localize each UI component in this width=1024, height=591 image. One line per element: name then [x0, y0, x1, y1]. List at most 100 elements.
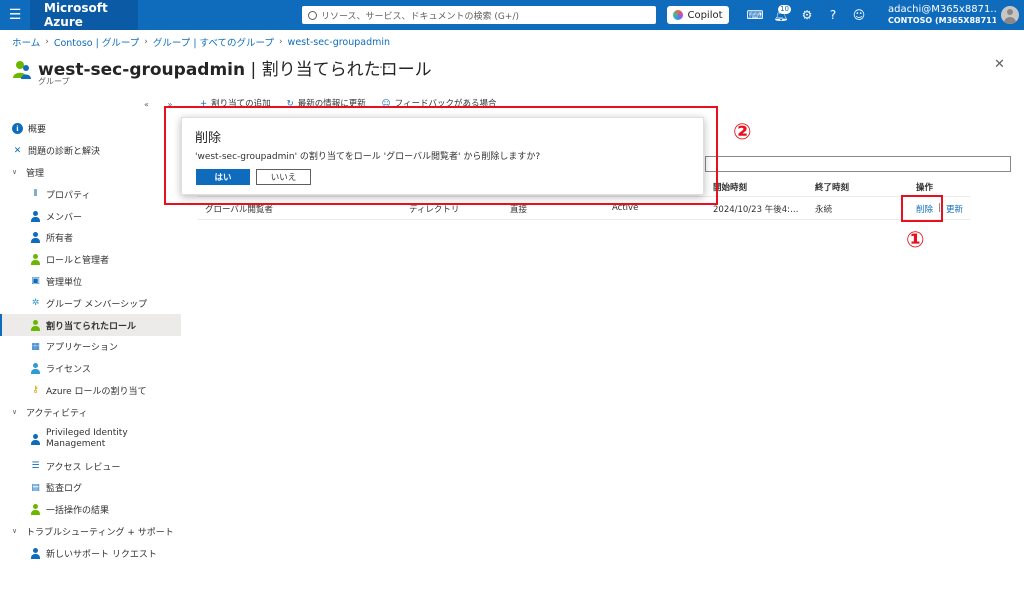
notifications-bell-icon[interactable]: 🔔︎ 10 — [768, 0, 794, 30]
update-link[interactable]: 更新 — [946, 203, 963, 215]
cell-end-time: 永続 — [815, 205, 833, 215]
key-icon: ⚷ — [32, 385, 39, 396]
sidebar-item-label: ライセンス — [46, 365, 91, 376]
search-icon — [308, 10, 317, 20]
account-info[interactable]: adachi@M365x8871… CONTOSO (M365X8871133… — [888, 4, 996, 26]
copilot-icon — [673, 10, 684, 20]
filter-input[interactable] — [705, 156, 1011, 172]
settings-gear-icon[interactable]: ⚙ — [794, 0, 820, 30]
sidebar-group-activity[interactable]: ∨ アクティビティ — [0, 401, 181, 423]
annotation-box-dialog — [164, 106, 718, 205]
cell-start-time: 2024/10/23 午後4:… — [713, 205, 799, 215]
chevron-down-icon: ∨ — [12, 527, 18, 536]
annotation-number-1: ① — [906, 228, 925, 253]
sidebar-item-label: アクティビティ — [26, 408, 88, 419]
sidebar-item-pim[interactable]: Privileged Identity Management — [0, 423, 181, 455]
audit-log-icon: ▤ — [31, 482, 40, 493]
breadcrumb-current[interactable]: west-sec-groupadmin — [288, 37, 391, 48]
page-title-separator: | — [245, 60, 262, 80]
owners-icon — [30, 232, 41, 244]
brand-name[interactable]: Microsoft Azure — [30, 0, 138, 30]
pim-icon — [30, 433, 41, 445]
licenses-icon — [30, 363, 41, 375]
applications-grid-icon: ▦ — [31, 341, 40, 352]
close-icon[interactable]: ✕ — [994, 57, 1005, 72]
collapse-sidebar-icon[interactable]: « — [144, 100, 149, 109]
support-request-icon — [30, 547, 41, 559]
sidebar-item-licenses[interactable]: ライセンス — [0, 358, 181, 380]
notifications-badge: 10 — [778, 5, 791, 14]
page-title-section: 割り当てられたロール — [261, 60, 432, 80]
sidebar-item-label: ロールと管理者 — [46, 256, 110, 267]
chevron-down-icon: ∨ — [12, 408, 18, 417]
sidebar-item-bulk-results[interactable]: 一括操作の結果 — [0, 499, 181, 521]
sidebar-item-properties[interactable]: ⦀ プロパティ — [0, 183, 181, 205]
cloud-shell-icon[interactable]: ⌨ — [742, 0, 768, 30]
chevron-right-icon: › — [144, 37, 148, 47]
sidebar-item-group-membership[interactable]: ✲ グループ メンバーシップ — [0, 292, 181, 314]
sidebar-item-label: 監査ログ — [46, 484, 83, 495]
info-icon: i — [12, 123, 23, 135]
breadcrumb-home[interactable]: ホーム — [12, 35, 40, 49]
sidebar-group-manage[interactable]: ∨ 管理 — [0, 162, 181, 184]
sidebar-item-label: 新しいサポート リクエスト — [46, 549, 157, 560]
hamburger-menu-icon[interactable]: ☰ — [0, 0, 30, 30]
column-header-actions: 操作 — [916, 183, 934, 193]
search-placeholder: リソース、サービス、ドキュメントの検索 (G+/) — [321, 11, 519, 22]
access-reviews-icon: ☰ — [31, 461, 40, 472]
sidebar-item-owners[interactable]: 所有者 — [0, 227, 181, 249]
account-tenant: CONTOSO (M365X8871133… — [888, 16, 996, 25]
more-options-icon[interactable]: … — [379, 57, 391, 71]
sidebar-item-label: Privileged Identity Management — [46, 428, 128, 450]
annotation-box-remove — [901, 195, 943, 222]
search-input[interactable]: リソース、サービス、ドキュメントの検索 (G+/) — [302, 6, 656, 24]
help-icon[interactable]: ? — [820, 0, 846, 30]
annotation-number-2: ② — [733, 120, 752, 145]
copilot-label: Copilot — [687, 9, 723, 21]
sidebar-item-access-reviews[interactable]: ☰ アクセス レビュー — [0, 455, 181, 477]
sidebar-item-label: Azure ロールの割り当て — [46, 386, 147, 397]
sidebar-item-admin-units[interactable]: ▣ 管理単位 — [0, 271, 181, 293]
sidebar-item-label: アクセス レビュー — [46, 462, 121, 473]
chevron-right-icon: › — [278, 37, 283, 47]
sidebar-item-assigned-roles[interactable]: 割り当てられたロール — [0, 314, 181, 336]
sidebar-item-label: アプリケーション — [46, 343, 118, 354]
chevron-right-icon: › — [45, 37, 49, 47]
column-header-end[interactable]: 終了時刻 — [815, 181, 849, 193]
chevron-down-icon: ∨ — [12, 168, 18, 177]
account-name: adachi@M365x8871… — [888, 4, 996, 15]
sidebar-item-label: 管理単位 — [46, 277, 83, 288]
sidebar-item-diagnose[interactable]: ✕ 問題の診断と解決 — [0, 140, 181, 162]
sidebar-item-label: 問題の診断と解決 — [28, 147, 101, 158]
sidebar-item-members[interactable]: メンバー — [0, 205, 181, 227]
breadcrumb: ホーム › Contoso | グループ › グループ | すべてのグループ ›… — [12, 35, 391, 50]
sidebar-item-label: プロパティ — [46, 190, 91, 201]
feedback-icon[interactable]: ☺ — [846, 0, 872, 30]
sidebar-item-overview[interactable]: i 概要 — [0, 118, 181, 140]
breadcrumb-all-groups[interactable]: グループ | すべてのグループ — [153, 35, 274, 49]
sidebar-item-label: 管理 — [26, 168, 45, 179]
group-membership-icon: ✲ — [31, 298, 40, 309]
page-title: west-sec-groupadmin | 割り当てられたロール — [38, 55, 432, 80]
copilot-button[interactable]: Copilot — [667, 6, 729, 24]
roles-admins-icon — [30, 254, 41, 266]
sidebar-item-audit-logs[interactable]: ▤ 監査ログ — [0, 477, 181, 499]
sidebar-item-label: 所有者 — [46, 234, 74, 245]
top-bar: ☰ Microsoft Azure リソース、サービス、ドキュメントの検索 (G… — [0, 0, 1024, 30]
column-header-start[interactable]: 開始時刻 — [713, 181, 747, 193]
sidebar-item-label: トラブルシューティング + サポート — [26, 527, 174, 538]
sidebar-item-new-support-request[interactable]: 新しいサポート リクエスト — [0, 542, 181, 564]
avatar[interactable] — [1001, 6, 1019, 24]
bulk-results-icon — [30, 504, 41, 516]
sidebar-item-roles-admins[interactable]: ロールと管理者 — [0, 249, 181, 271]
table-row-divider — [198, 219, 970, 220]
sidebar-item-azure-role-assignments[interactable]: ⚷ Azure ロールの割り当て — [0, 380, 181, 402]
members-icon — [30, 210, 41, 222]
sidebar-item-label: メンバー — [46, 212, 83, 223]
breadcrumb-contoso-groups[interactable]: Contoso | グループ — [54, 35, 139, 49]
sidebar-item-label: 概要 — [28, 125, 47, 136]
sidebar-item-label: グループ メンバーシップ — [46, 299, 148, 310]
sidebar: i 概要 ✕ 問題の診断と解決 ∨ 管理 ⦀ プロパティ メンバー 所有者 ロー… — [0, 118, 181, 564]
sidebar-item-applications[interactable]: ▦ アプリケーション — [0, 336, 181, 358]
sidebar-group-troubleshooting[interactable]: ∨ トラブルシューティング + サポート — [0, 521, 181, 543]
